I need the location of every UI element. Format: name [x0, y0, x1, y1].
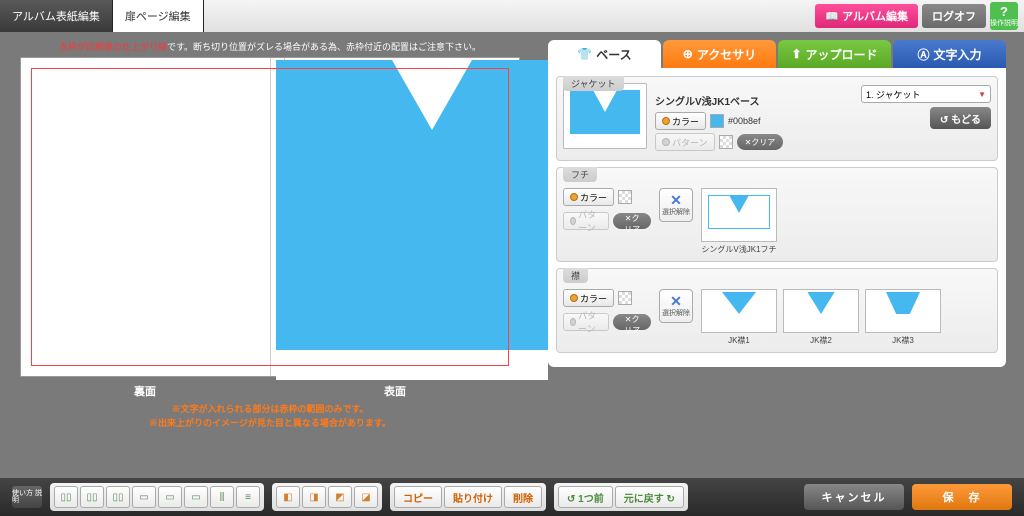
tab-base[interactable]: 👕 ベース: [548, 40, 661, 68]
history-group: ↺ 1つ前 元に戻す ↻: [554, 483, 688, 511]
eri-row: 襟 カラー パターン ✕クリア ✕ 選択解除: [556, 268, 998, 353]
eri-option-1[interactable]: JK襟1: [701, 289, 777, 346]
tab-door-page-edit[interactable]: 扉ページ編集: [113, 0, 204, 32]
front-face-label: 表面: [384, 383, 406, 399]
jacket-color-button[interactable]: カラー: [655, 112, 706, 130]
back-button[interactable]: ↺ もどる: [930, 107, 991, 129]
header-tabs: アルバム表紙編集 扉ページ編集: [0, 0, 204, 32]
spread-canvas[interactable]: [20, 57, 520, 377]
bring-front-icon[interactable]: ◧: [276, 486, 300, 508]
jacket-section-label: ジャケット: [563, 76, 624, 91]
logoff-button[interactable]: ログオフ: [922, 4, 986, 28]
eri-pattern-button[interactable]: パターン: [563, 313, 609, 331]
jacket-color-swatch[interactable]: [710, 114, 724, 128]
align-left-icon[interactable]: ▯▯: [54, 486, 78, 508]
top-warning: 赤枠が印刷後の仕上がり線です。断ち切り位置がズレる場合がある為、赤枠付近の配置は…: [59, 40, 481, 53]
fuchi-row: フチ カラー パターン ✕クリア ✕ 選択解除: [556, 167, 998, 262]
align-center-icon[interactable]: ▯▯: [80, 486, 104, 508]
align-middle-icon[interactable]: ▭: [158, 486, 182, 508]
delete-button[interactable]: 削除: [504, 486, 542, 508]
question-icon: ?: [1000, 5, 1008, 18]
fuchi-color-swatch[interactable]: [618, 190, 632, 204]
bottom-warning: ※文字が入れられる部分は赤枠の範囲のみです。 ※出来上がりのイメージが見た目と異…: [149, 403, 391, 430]
layer-group: ◧ ◨ ◩ ◪: [272, 483, 382, 511]
jacket-color-code: #00b8ef: [728, 116, 761, 126]
eri-section-label: 襟: [563, 268, 588, 283]
tab-accessory[interactable]: ⊕ アクセサリ: [663, 40, 776, 68]
chevron-down-icon: ▼: [978, 90, 986, 99]
undo-button[interactable]: ↺ 1つ前: [558, 486, 613, 508]
eri-color-button[interactable]: カラー: [563, 289, 614, 307]
eri-unselect-button[interactable]: ✕ 選択解除: [659, 289, 693, 323]
album-edit-button[interactable]: 📖 アルバム編集: [815, 4, 918, 28]
tab-upload[interactable]: ⬆ アップロード: [778, 40, 891, 68]
distribute-h-icon[interactable]: ⫼: [210, 486, 234, 508]
copy-button[interactable]: コピー: [394, 486, 442, 508]
paste-button[interactable]: 貼り付け: [444, 486, 502, 508]
redo-button[interactable]: 元に戻す ↻: [615, 486, 684, 508]
align-top-icon[interactable]: ▭: [132, 486, 156, 508]
jacket-pattern-button[interactable]: パターン: [655, 133, 715, 151]
align-group: ▯▯ ▯▯ ▯▯ ▭ ▭ ▭ ⫼ ≡: [50, 483, 264, 511]
plus-circle-icon: ⊕: [683, 47, 693, 61]
book-icon: 📖: [825, 11, 839, 23]
fuchi-section-label: フチ: [563, 167, 597, 182]
save-button[interactable]: 保 存: [912, 484, 1012, 510]
close-icon: ✕: [670, 193, 682, 207]
eri-option-2[interactable]: JK襟2: [783, 289, 859, 346]
app-header: アルバム表紙編集 扉ページ編集 📖 アルバム編集 ログオフ ? 操作説明: [0, 0, 1024, 32]
usage-button[interactable]: 使い方 説明: [12, 486, 42, 508]
send-backward-icon[interactable]: ◩: [328, 486, 352, 508]
eri-option-3[interactable]: JK襟3: [865, 289, 941, 346]
footer-toolbar: 使い方 説明 ▯▯ ▯▯ ▯▯ ▭ ▭ ▭ ⫼ ≡ ◧ ◨ ◩ ◪ コピー 貼り…: [0, 478, 1024, 516]
eri-color-swatch[interactable]: [618, 291, 632, 305]
edit-group: コピー 貼り付け 削除: [390, 483, 546, 511]
side-panel: 👕 ベース ⊕ アクセサリ ⬆ アップロード Ⓐ 文字入力: [540, 40, 1024, 478]
jacket-layer-dropdown[interactable]: 1. ジャケット ▼: [861, 85, 991, 103]
align-right-icon[interactable]: ▯▯: [106, 486, 130, 508]
back-face-label: 裏面: [134, 383, 156, 399]
align-bottom-icon[interactable]: ▭: [184, 486, 208, 508]
text-icon: Ⓐ: [917, 46, 929, 63]
tab-text[interactable]: Ⓐ 文字入力: [893, 40, 1006, 68]
canvas-column: 赤枠が印刷後の仕上がり線です。断ち切り位置がズレる場合がある為、赤枠付近の配置は…: [0, 40, 540, 478]
help-button[interactable]: ? 操作説明: [990, 2, 1018, 30]
fuchi-color-button[interactable]: カラー: [563, 188, 614, 206]
fuchi-pattern-button[interactable]: パターン: [563, 212, 609, 230]
eri-clear-button[interactable]: ✕クリア: [613, 314, 651, 330]
upload-icon: ⬆: [791, 47, 801, 61]
send-back-icon[interactable]: ◪: [354, 486, 378, 508]
fuchi-unselect-button[interactable]: ✕ 選択解除: [659, 188, 693, 222]
jacket-clear-button[interactable]: ✕クリア: [737, 134, 784, 150]
trim-guide: [31, 68, 509, 366]
cancel-button[interactable]: キャンセル: [804, 484, 904, 510]
panel-tabs: 👕 ベース ⊕ アクセサリ ⬆ アップロード Ⓐ 文字入力: [548, 40, 1006, 68]
fuchi-option-1[interactable]: シングルV浅JK1フチ: [701, 188, 777, 255]
shirt-icon: 👕: [577, 47, 592, 61]
jacket-name: シングルV浅JK1ベース: [655, 93, 853, 108]
jacket-row: ジャケット シングルV浅JK1ベース カラー #00b8ef パターン: [556, 76, 998, 161]
bring-forward-icon[interactable]: ◨: [302, 486, 326, 508]
close-icon: ✕: [670, 294, 682, 308]
jacket-thumbnail[interactable]: [563, 83, 647, 149]
distribute-v-icon[interactable]: ≡: [236, 486, 260, 508]
jacket-pattern-swatch[interactable]: [719, 135, 733, 149]
tab-album-cover-edit[interactable]: アルバム表紙編集: [0, 0, 113, 32]
fuchi-clear-button[interactable]: ✕クリア: [613, 213, 651, 229]
main-area: 赤枠が印刷後の仕上がり線です。断ち切り位置がズレる場合がある為、赤枠付近の配置は…: [0, 32, 1024, 478]
